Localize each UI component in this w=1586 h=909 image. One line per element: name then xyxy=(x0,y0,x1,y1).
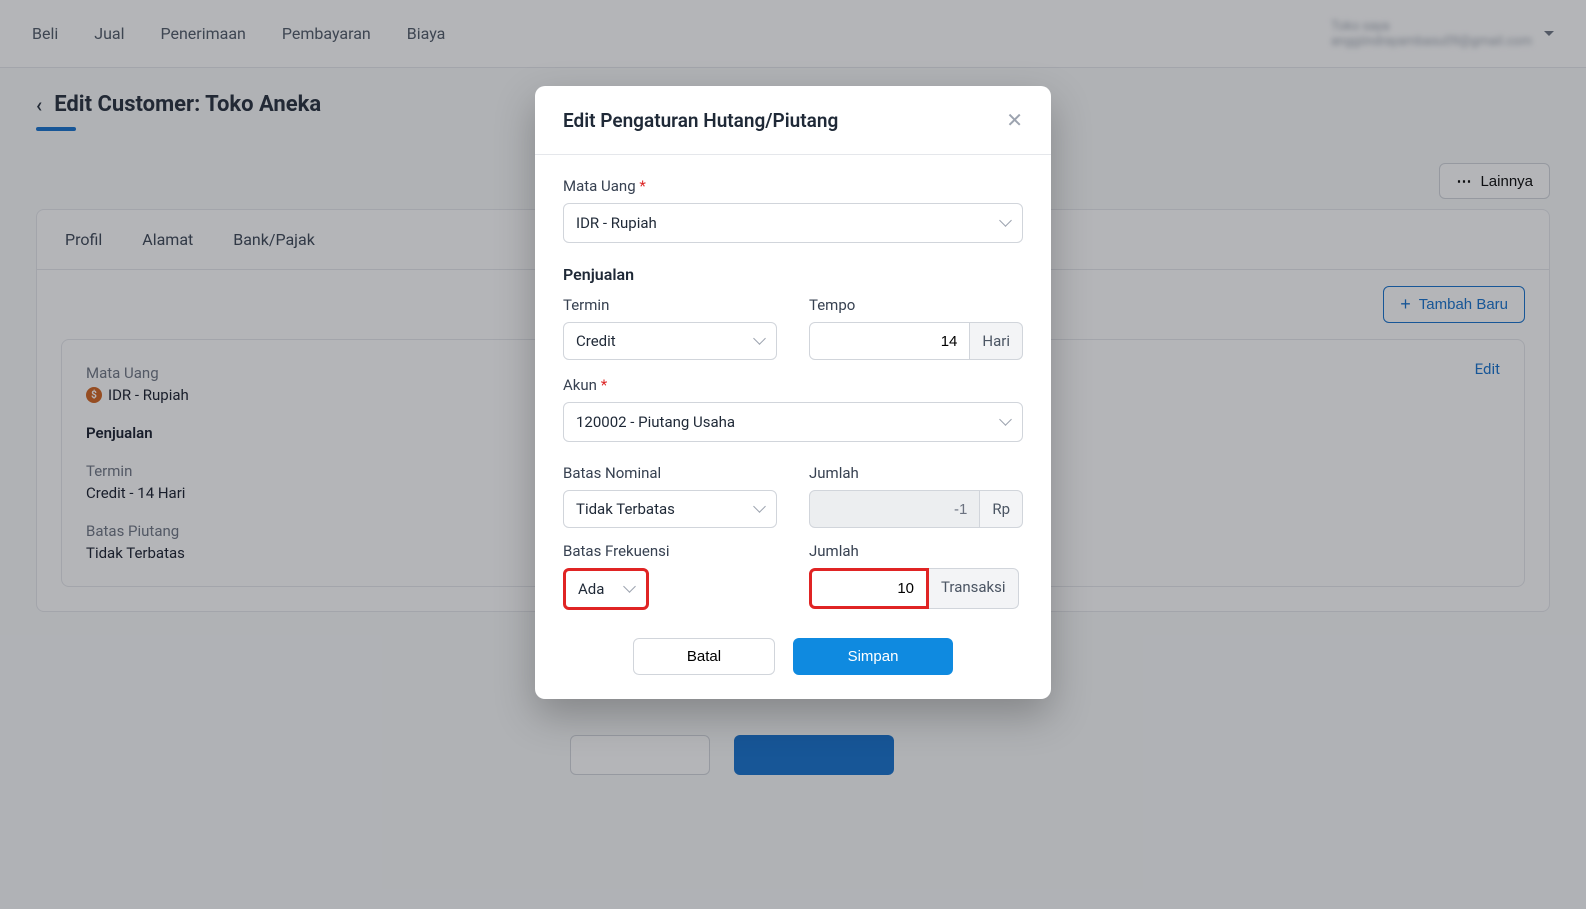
akun-select[interactable]: 120002 - Piutang Usaha xyxy=(563,402,1023,442)
batas-nominal-value: Tidak Terbatas xyxy=(576,500,675,518)
batas-frekuensi-select[interactable]: Ada xyxy=(563,568,649,610)
batas-nominal-select[interactable]: Tidak Terbatas xyxy=(563,490,777,528)
cancel-button[interactable]: Batal xyxy=(633,638,775,675)
save-button[interactable]: Simpan xyxy=(793,638,953,675)
edit-hutang-modal: Edit Pengaturan Hutang/Piutang ✕ Mata Ua… xyxy=(535,86,1051,699)
jumlah-nominal-label: Jumlah xyxy=(809,464,1023,482)
jumlah-nominal-unit: Rp xyxy=(980,490,1023,528)
termin-label: Termin xyxy=(563,296,777,314)
batas-frekuensi-label: Batas Frekuensi xyxy=(563,542,777,560)
jumlah-freq-input[interactable] xyxy=(809,568,929,609)
jumlah-nominal-input xyxy=(809,490,980,528)
currency-select-value: IDR - Rupiah xyxy=(576,214,657,232)
chevron-down-icon xyxy=(625,580,634,598)
termin-select[interactable]: Credit xyxy=(563,322,777,360)
modal-overlay: Edit Pengaturan Hutang/Piutang ✕ Mata Ua… xyxy=(0,0,1586,909)
currency-select[interactable]: IDR - Rupiah xyxy=(563,203,1023,243)
tempo-unit: Hari xyxy=(970,322,1023,360)
termin-select-value: Credit xyxy=(576,332,616,350)
jumlah-freq-label: Jumlah xyxy=(809,542,1023,560)
batas-nominal-label: Batas Nominal xyxy=(563,464,777,482)
tempo-label: Tempo xyxy=(809,296,1023,314)
chevron-down-icon xyxy=(755,500,764,518)
jumlah-freq-unit: Transaksi xyxy=(929,568,1019,609)
close-icon[interactable]: ✕ xyxy=(1006,108,1023,132)
batas-frekuensi-value: Ada xyxy=(578,580,604,598)
chevron-down-icon xyxy=(1001,413,1010,431)
chevron-down-icon xyxy=(1001,214,1010,232)
modal-title: Edit Pengaturan Hutang/Piutang xyxy=(563,109,838,132)
chevron-down-icon xyxy=(755,332,764,350)
akun-label: Akun * xyxy=(563,376,1023,394)
penjualan-section: Penjualan xyxy=(563,265,1023,284)
modal-mata-uang-label: Mata Uang * xyxy=(563,177,1023,195)
akun-select-value: 120002 - Piutang Usaha xyxy=(576,413,735,431)
tempo-input[interactable] xyxy=(809,322,970,360)
